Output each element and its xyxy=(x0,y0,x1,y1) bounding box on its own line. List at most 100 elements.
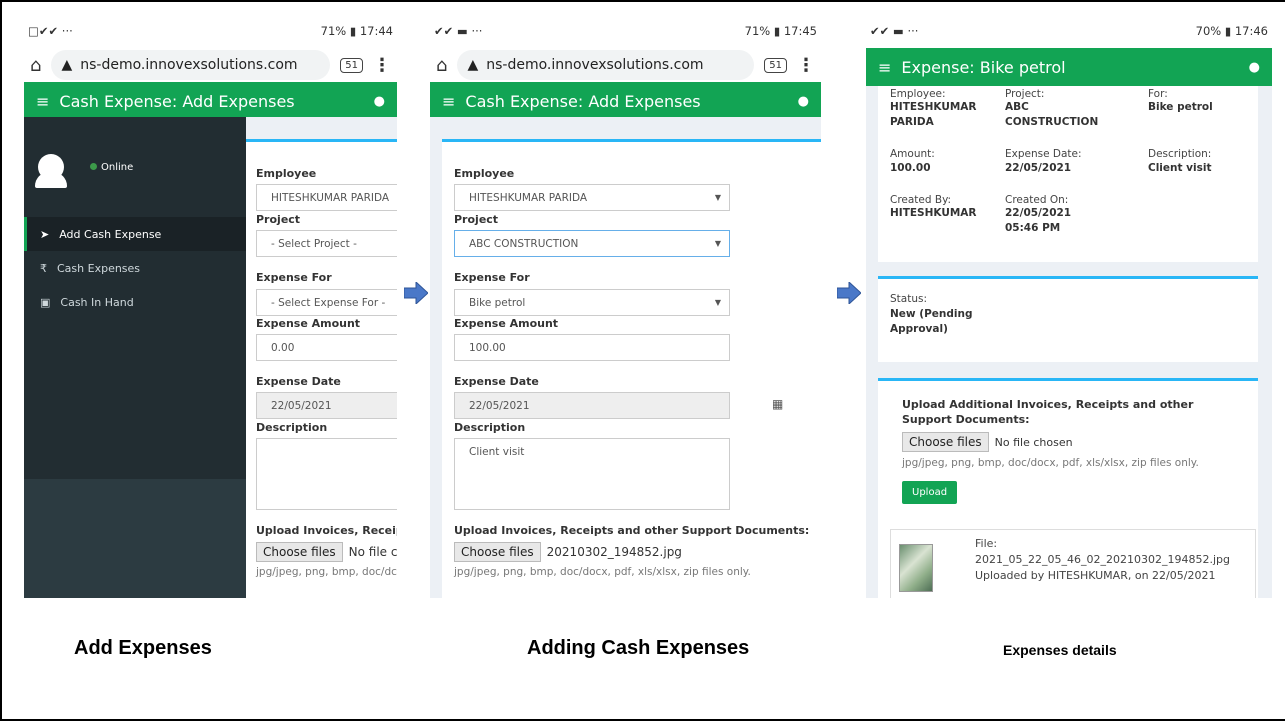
arrow-right-icon xyxy=(404,282,428,304)
amount-input[interactable]: 100.00 xyxy=(454,334,730,361)
status-value-line1: New (Pending xyxy=(890,308,973,320)
tab-count[interactable]: 51 xyxy=(340,57,363,73)
file-picker[interactable]: Choose files No file chosen xyxy=(902,432,1073,452)
chevron-down-icon: ▼ xyxy=(714,193,721,202)
choose-files-button[interactable]: Choose files xyxy=(256,542,343,562)
caption-expenses-details: Expenses details xyxy=(1003,642,1117,658)
expense-for-value: - Select Expense For - xyxy=(271,296,386,309)
sidebar-item-label: Cash In Hand xyxy=(60,295,134,309)
screen-adding-cash-expenses: ✔✔ ▬ ··· 71% ▮ 17:45 ⌂ ▲ ns-demo.innovex… xyxy=(430,14,821,598)
description-label: Description xyxy=(256,421,328,434)
details-panel: Employee: HITESHKUMAR PARIDA Project: AB… xyxy=(866,86,1272,598)
expense-for-select[interactable]: Bike petrol ▼ xyxy=(454,289,730,316)
file-uploaded-info: Uploaded by HITESHKUMAR, on 22/05/2021 xyxy=(975,569,1216,582)
created-on-label: Created On: xyxy=(1005,194,1069,206)
employee-value: HITESHKUMAR PARIDA xyxy=(469,191,588,204)
description-textarea[interactable]: Client visit xyxy=(454,438,730,510)
user-icon[interactable]: ● xyxy=(1249,60,1260,75)
user-icon[interactable]: ● xyxy=(374,94,385,109)
rupee-icon: ₹ xyxy=(40,261,47,275)
date-label: Expense Date xyxy=(454,375,539,388)
expense-for-select[interactable]: - Select Expense For - xyxy=(256,289,397,316)
menu-icon[interactable]: ≡ xyxy=(878,58,891,77)
calendar-icon[interactable]: ▦ xyxy=(772,397,783,411)
file-picker[interactable]: Choose files No file cho xyxy=(256,542,397,562)
sidebar-item-label: Cash Expenses xyxy=(57,261,141,275)
browser-bar: ⌂ ▲ ns-demo.innovexsolutions.com 51 ⋮ xyxy=(24,48,397,82)
employee-label: Employee: xyxy=(890,88,946,100)
employee-select[interactable]: HITESHKUMAR PARIDA ▼ xyxy=(454,184,730,211)
expense-for-label: Expense For xyxy=(454,271,530,284)
date-input[interactable]: 22/05/2021 xyxy=(256,392,397,419)
file-name-link[interactable]: 2021_05_22_05_46_02_20210302_194852.jpg xyxy=(975,552,1230,568)
status-label: Status: xyxy=(890,293,927,305)
amount-value: 0.00 xyxy=(271,341,295,354)
project-select[interactable]: ABC CONSTRUCTION ▼ xyxy=(454,230,730,257)
page-title: Expense: Bike petrol xyxy=(901,57,1066,77)
uploaded-file-row[interactable]: File: 2021_05_22_05_46_02_20210302_19485… xyxy=(890,529,1256,598)
more-menu-icon[interactable]: ⋮ xyxy=(797,55,815,76)
employee-select[interactable]: HITESHKUMAR PARIDA xyxy=(256,184,397,211)
status-left-icons: ✔✔ ▬ ··· xyxy=(434,24,483,38)
url-text: ns-demo.innovexsolutions.com xyxy=(80,57,298,73)
date-input[interactable]: 22/05/2021 xyxy=(454,392,730,419)
project-select[interactable]: - Select Project - xyxy=(256,230,397,257)
file-status: 20210302_194852.jpg xyxy=(546,545,682,559)
home-icon[interactable]: ⌂ xyxy=(436,55,447,76)
file-thumbnail[interactable] xyxy=(899,544,933,592)
description-label: Description: xyxy=(1148,148,1212,160)
online-status: Online xyxy=(90,162,133,173)
avatar xyxy=(35,154,67,188)
file-hint: jpg/jpeg, png, bmp, doc/docx, pdf, xls/x… xyxy=(902,457,1199,469)
file-picker[interactable]: Choose files 20210302_194852.jpg xyxy=(454,542,682,562)
menu-icon[interactable]: ≡ xyxy=(36,92,49,111)
file-status: No file chosen xyxy=(994,435,1073,449)
chevron-down-icon: ▼ xyxy=(714,239,721,248)
sidebar-item-cash-expenses[interactable]: ₹ Cash Expenses xyxy=(24,251,246,285)
amount-label: Expense Amount xyxy=(256,317,361,330)
user-icon[interactable]: ● xyxy=(798,94,809,109)
expense-for-label: Expense For xyxy=(256,271,332,284)
file-hint: jpg/jpeg, png, bmp, doc/dc xyxy=(256,566,397,578)
form-panel: Employee HITESHKUMAR PARIDA Project - Se… xyxy=(246,117,397,598)
amount-value: 100.00 xyxy=(469,341,506,354)
project-value: ABC CONSTRUCTION xyxy=(1005,101,1099,128)
amount-input[interactable]: 0.00 xyxy=(256,334,397,361)
date-label: Expense Date xyxy=(256,375,341,388)
employee-value: HITESHKUMAR PARIDA xyxy=(890,101,977,128)
upload-title-line1: Upload Additional Invoices, Receipts and… xyxy=(902,398,1194,411)
url-text: ns-demo.innovexsolutions.com xyxy=(486,57,704,73)
more-menu-icon[interactable]: ⋮ xyxy=(373,55,391,76)
upload-label: Upload Invoices, Receipts xyxy=(256,524,397,537)
url-field[interactable]: ▲ ns-demo.innovexsolutions.com xyxy=(457,50,755,80)
status-right: 71% ▮ 17:45 xyxy=(744,24,817,38)
caption-add-expenses: Add Expenses xyxy=(74,637,212,659)
status-bar: ✔✔ ▬ ··· 71% ▮ 17:45 xyxy=(430,14,821,48)
description-textarea[interactable] xyxy=(256,438,397,510)
status-value-line2: Approval) xyxy=(890,323,948,335)
url-field[interactable]: ▲ ns-demo.innovexsolutions.com xyxy=(51,50,331,80)
for-value: Bike petrol xyxy=(1148,101,1213,113)
home-icon[interactable]: ⌂ xyxy=(30,55,41,76)
sidebar-user-panel: Online xyxy=(24,117,246,217)
choose-files-button[interactable]: Choose files xyxy=(454,542,541,562)
project-label: Project xyxy=(256,213,301,226)
sidebar-item-label: Add Cash Expense xyxy=(59,227,162,241)
page-title: Cash Expense: Add Expenses xyxy=(59,91,295,111)
upload-button[interactable]: Upload xyxy=(902,481,958,504)
sidebar-item-add-cash-expense[interactable]: ➤ Add Cash Expense xyxy=(24,217,246,251)
file-hint: jpg/jpeg, png, bmp, doc/docx, pdf, xls/x… xyxy=(454,566,751,578)
sidebar-item-cash-in-hand[interactable]: ▣ Cash In Hand xyxy=(24,285,246,319)
project-label: Project: xyxy=(1005,88,1045,100)
status-bar: ✔✔ ▬ ··· 70% ▮ 17:46 xyxy=(866,14,1272,48)
file-status: No file cho xyxy=(348,545,397,559)
page-title: Cash Expense: Add Expenses xyxy=(465,91,701,111)
screen-add-expenses: □✔✔ ··· 71% ▮ 17:44 ⌂ ▲ ns-demo.innovexs… xyxy=(24,14,397,598)
menu-icon[interactable]: ≡ xyxy=(442,92,455,111)
form-card: Employee HITESHKUMAR PARIDA ▼ Project ABC… xyxy=(442,139,821,598)
choose-files-button[interactable]: Choose files xyxy=(902,432,989,452)
status-card: Status: New (Pending Approval) xyxy=(878,276,1258,362)
employee-value: HITESHKUMAR PARIDA xyxy=(271,191,390,204)
tab-count[interactable]: 51 xyxy=(764,57,787,73)
form-panel: Employee HITESHKUMAR PARIDA ▼ Project ABC… xyxy=(430,117,821,598)
